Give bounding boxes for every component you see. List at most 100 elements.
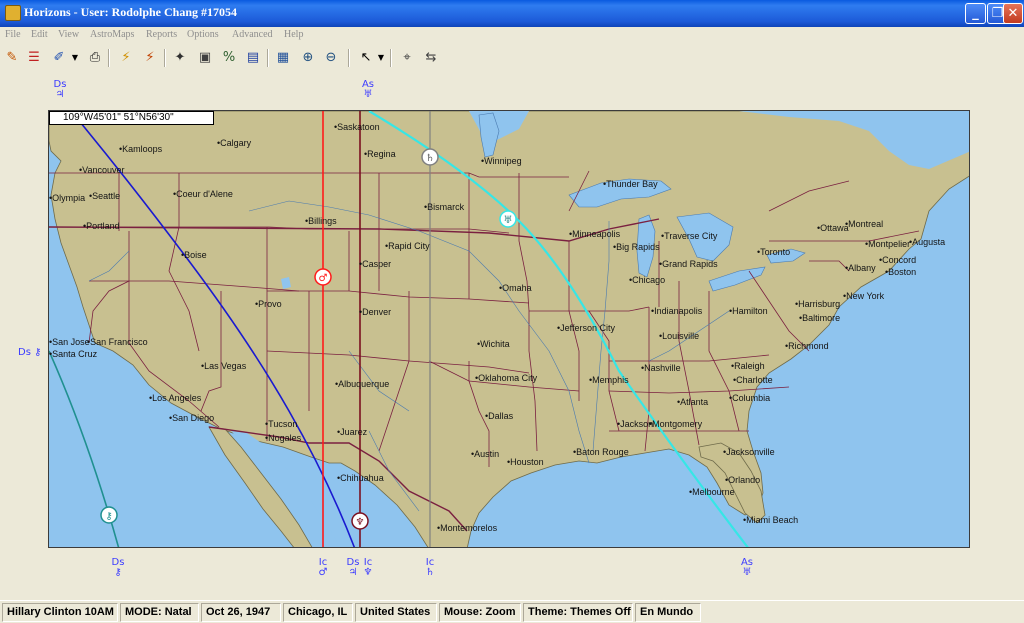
neptune-marker[interactable]: ♆ [351, 512, 369, 530]
city-label: Santa Cruz [49, 349, 97, 359]
neptune-symbol: ♆ [356, 517, 365, 528]
menu-reports[interactable]: Reports [146, 29, 177, 40]
city-label: Rapid City [385, 241, 430, 251]
city-label: Raleigh [731, 361, 765, 371]
city-label: Regina [364, 149, 396, 159]
compare-icon[interactable]: % [219, 48, 239, 68]
city-label: New York [843, 291, 884, 301]
relocate-icon[interactable]: ⇆ [421, 48, 441, 68]
city-label: Jackson [617, 419, 653, 429]
city-label: Columbia [729, 393, 770, 403]
city-label: Chicago [629, 275, 665, 285]
city-label: Nashville [641, 363, 681, 373]
status-location: Chicago, IL [283, 603, 353, 622]
edge-label-bottom-neptune: Ic ♆ [363, 557, 373, 578]
saturn-symbol: ♄ [426, 153, 435, 164]
city-label: Tucson [265, 419, 297, 429]
saturn-marker[interactable]: ♄ [421, 148, 439, 166]
astro-map[interactable]: ♂ ♄ ♅ ♆ ⚷ Kamloops Calgary Saskatoon Reg… [48, 110, 970, 548]
window-icon[interactable]: ▣ [195, 48, 215, 68]
edge-label-top-jupiter: Ds ♃ [53, 79, 67, 100]
city-label: Charlotte [733, 375, 773, 385]
city-label: Nogales [265, 433, 301, 443]
menu-help[interactable]: Help [284, 29, 303, 40]
map-view-icon[interactable]: ▦ [273, 48, 293, 68]
city-label: Baton Rouge [573, 447, 629, 457]
menu-options[interactable]: Options [187, 29, 219, 40]
minimize-button[interactable]: _ [965, 3, 986, 24]
status-chart-name: Hillary Clinton 10AM [2, 603, 118, 622]
pencil-icon[interactable]: ✎ [2, 48, 22, 68]
status-date: Oct 26, 1947 [201, 603, 281, 622]
menu-astromaps[interactable]: AstroMaps [90, 29, 134, 40]
city-label: Big Rapids [613, 242, 660, 252]
monitor-icon[interactable]: ▤ [243, 48, 263, 68]
city-label: Wichita [477, 339, 510, 349]
menu-advanced[interactable]: Advanced [232, 29, 273, 40]
transits-icon[interactable]: ⚡ [116, 48, 136, 68]
city-label: Richmond [785, 341, 829, 351]
menu-file[interactable]: File [5, 29, 21, 40]
zoom-in-icon[interactable]: ⊕ [298, 48, 318, 68]
city-label: Austin [471, 449, 499, 459]
print-icon[interactable]: ⎙ [85, 48, 105, 68]
city-label: Houston [507, 457, 544, 467]
map-canvas[interactable]: ♂ ♄ ♅ ♆ ⚷ Kamloops Calgary Saskatoon Reg… [0, 72, 1024, 600]
city-label: Billings [305, 216, 337, 226]
city-label: Baltimore [799, 313, 840, 323]
city-label: Las Vegas [201, 361, 246, 371]
city-label: Coeur d'Alene [173, 189, 233, 199]
title-bar: Horizons - User: Rodolphe Chang #17054 _… [0, 0, 1024, 27]
city-label: Jacksonville [723, 447, 775, 457]
pointer-dropdown-icon[interactable]: ▼ [376, 48, 386, 68]
close-button[interactable]: ✕ [1003, 3, 1023, 24]
aspects-icon[interactable]: ✦ [170, 48, 190, 68]
toolbar-separator [390, 49, 392, 67]
zoom-out-icon[interactable]: ⊖ [321, 48, 341, 68]
city-label: Portland [83, 221, 120, 231]
city-label: Chihuahua [337, 473, 384, 483]
city-label: San Jose [49, 337, 90, 347]
map-graphics: ♂ ♄ ♅ ♆ ⚷ [49, 111, 969, 547]
city-label: Montemorelos [437, 523, 497, 533]
city-label: Dallas [485, 411, 513, 421]
menu-edit[interactable]: Edit [31, 29, 48, 40]
city-label: Kamloops [119, 144, 162, 154]
city-label: Olympia [49, 193, 85, 203]
notes-dropdown-icon[interactable]: ▼ [70, 48, 80, 68]
city-label: Miami Beach [743, 515, 798, 525]
city-label: Omaha [499, 283, 532, 293]
city-label: Juarez [337, 427, 367, 437]
city-label: Albany [845, 263, 876, 273]
toolbar-separator [164, 49, 166, 67]
locate-icon[interactable]: ⌖ [397, 48, 417, 68]
city-label: Winnipeg [481, 156, 522, 166]
pointer-icon[interactable]: ↖ [356, 48, 376, 68]
window-title: Horizons - User: Rodolphe Chang #17054 [24, 5, 238, 19]
toolbar-separator [267, 49, 269, 67]
city-label: Provo [255, 299, 282, 309]
status-theme: Theme: Themes Off [523, 603, 633, 622]
chart-wheel-icon[interactable]: ☰ [24, 48, 44, 68]
progressions-icon[interactable]: ⚡ [140, 48, 160, 68]
city-label: Jefferson City [557, 323, 615, 333]
city-label: Saskatoon [334, 122, 380, 132]
city-label: Oklahoma City [475, 373, 537, 383]
notes-icon[interactable]: ✐ [49, 48, 69, 68]
chiron-symbol: ⚷ [105, 511, 112, 522]
edge-label-bottom-saturn: Ic ♄ [425, 557, 435, 578]
mars-symbol: ♂ [319, 273, 328, 284]
mars-marker[interactable]: ♂ [314, 268, 332, 286]
north-america-land [49, 111, 969, 547]
toolbar-separator [348, 49, 350, 67]
edge-label-bottom-chiron: Ds ⚷ [111, 557, 125, 578]
city-label: Bismarck [424, 202, 464, 212]
city-label: Boise [181, 250, 207, 260]
city-label: Atlanta [677, 397, 708, 407]
chiron-marker[interactable]: ⚷ [100, 506, 118, 524]
menu-view[interactable]: View [58, 29, 79, 40]
edge-label-bottom-uranus: As ♅ [740, 557, 754, 578]
uranus-marker[interactable]: ♅ [499, 210, 517, 228]
status-country: United States [355, 603, 437, 622]
city-label: Minneapolis [569, 229, 620, 239]
